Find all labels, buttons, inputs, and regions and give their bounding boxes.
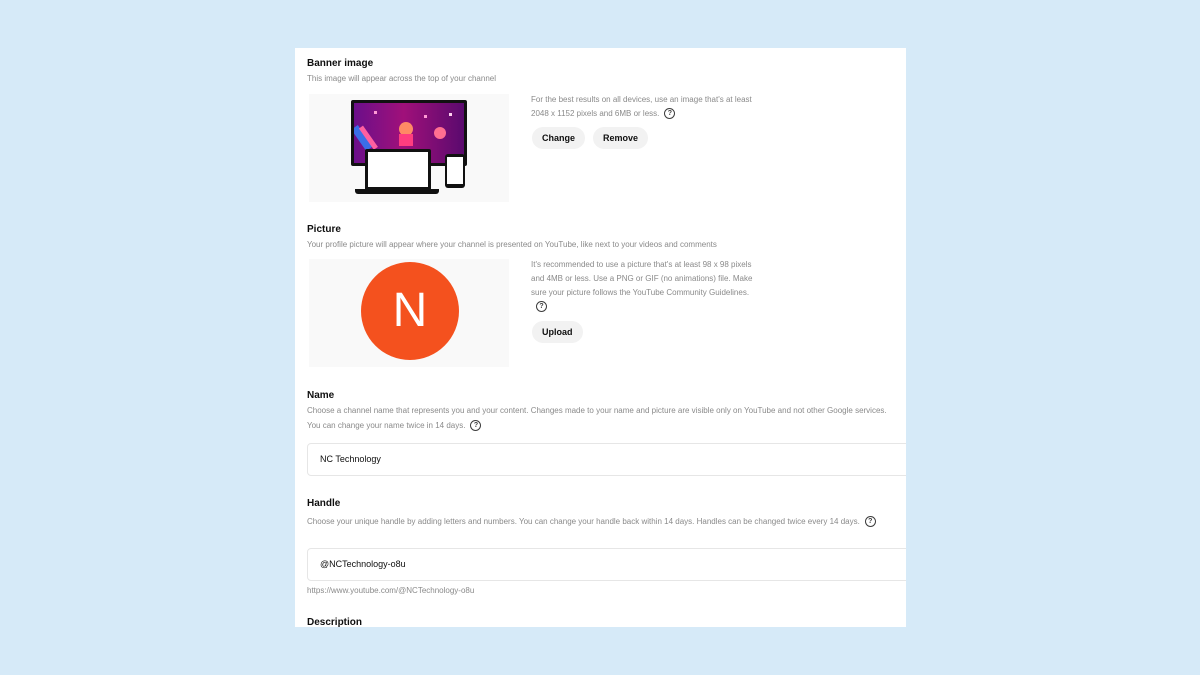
banner-title: Banner image [307,58,374,69]
change-banner-button[interactable]: Change [532,127,586,149]
picture-hint-text: It's recommended to use a picture that's… [531,260,753,297]
avatar: N [361,262,459,360]
banner-preview [309,94,509,202]
picture-hint: It's recommended to use a picture that's… [531,258,761,314]
remove-banner-button[interactable]: Remove [593,127,649,149]
banner-hint-text: For the best results on all devices, use… [531,95,752,118]
banner-description: This image will appear across the top of… [307,74,496,83]
handle-description-block: Choose your unique handle by adding lett… [307,514,906,529]
handle-description: Choose your unique handle by adding lett… [307,517,860,526]
help-icon[interactable]: ? [664,108,676,120]
upload-picture-button[interactable]: Upload [532,321,583,343]
phone-illustration [445,154,465,188]
laptop-illustration [365,149,431,189]
help-icon[interactable]: ? [470,420,482,432]
name-description: Choose a channel name that represents yo… [307,406,887,430]
channel-name-input[interactable]: NC Technology [307,443,906,476]
picture-description: Your profile picture will appear where y… [307,240,717,249]
channel-url: https://www.youtube.com/@NCTechnology-o8… [307,586,475,595]
description-title: Description [307,617,363,627]
banner-hint: For the best results on all devices, use… [531,93,771,121]
handle-input[interactable]: @NCTechnology-o8u [307,548,906,581]
name-description-block: Choose a channel name that represents yo… [307,403,902,433]
handle-title: Handle [307,498,341,509]
picture-title: Picture [307,224,341,235]
help-icon[interactable]: ? [864,516,876,528]
laptop-base [355,189,439,194]
help-icon[interactable]: ? [536,301,547,313]
name-title: Name [307,390,335,401]
picture-preview: N [309,259,509,367]
channel-customization-panel: Banner image This image will appear acro… [295,48,906,627]
